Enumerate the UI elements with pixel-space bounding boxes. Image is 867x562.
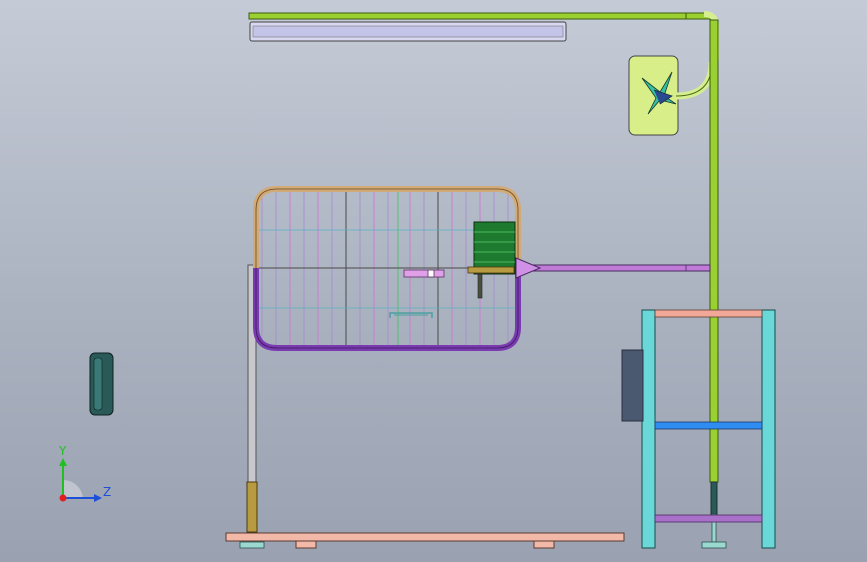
triad-y-label: Y xyxy=(58,444,67,458)
cad-3d-viewport[interactable]: Y Z xyxy=(0,0,867,562)
x-axis-point xyxy=(59,494,67,502)
gate-latch xyxy=(403,269,445,278)
orientation-triad: Y Z xyxy=(58,444,111,502)
sign-panel[interactable] xyxy=(628,55,716,136)
vertical-pole[interactable] xyxy=(701,19,727,549)
stand-frame[interactable] xyxy=(641,309,776,549)
light-bar[interactable] xyxy=(249,21,567,42)
model-scene[interactable]: Y Z xyxy=(0,0,867,562)
base-plate[interactable] xyxy=(225,532,625,549)
post-left[interactable] xyxy=(239,264,265,549)
tire[interactable] xyxy=(89,352,114,416)
triad-z-label: Z xyxy=(103,485,111,499)
arm-pipe[interactable] xyxy=(515,257,711,279)
control-box[interactable] xyxy=(621,349,644,422)
gate-handle xyxy=(389,312,433,318)
